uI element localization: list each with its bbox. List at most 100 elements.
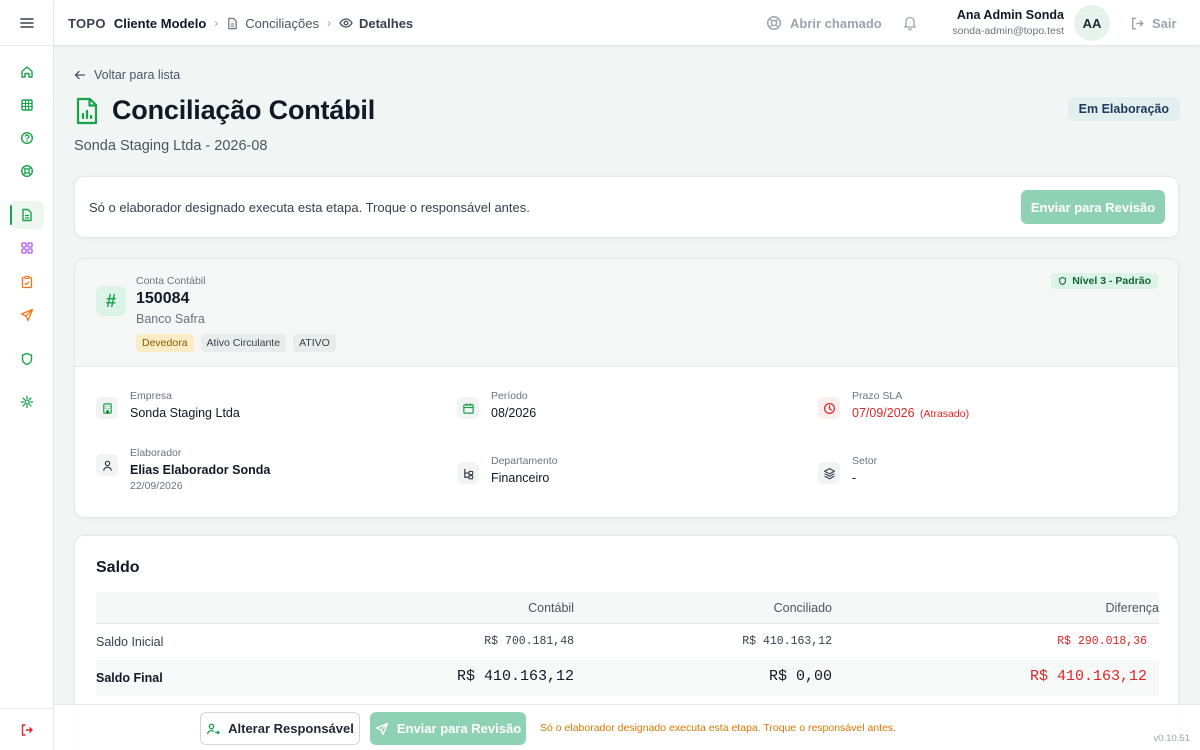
breadcrumb-current-label: Detalhes xyxy=(358,15,414,31)
bottom-action-bar: Alterar Responsável Enviar para Revisão … xyxy=(54,704,1200,750)
hierarchy-icon xyxy=(457,462,479,484)
sla-value: 07/09/2026 xyxy=(852,406,915,420)
back-to-list-link[interactable]: Voltar para lista xyxy=(74,68,180,82)
sidebar xyxy=(0,0,54,750)
info-elaborador: Elaborador Elias Elaborador Sonda 22/09/… xyxy=(96,447,270,492)
top-header: TOPO Cliente Modelo › Conciliações › Det… xyxy=(54,0,1200,46)
send-icon xyxy=(20,308,34,322)
shield-icon xyxy=(1059,276,1067,286)
send-to-review-button[interactable]: Enviar para Revisão xyxy=(1021,190,1165,224)
tag-nature: Devedora xyxy=(136,334,194,352)
building-icon xyxy=(96,397,118,419)
change-owner-button[interactable]: Alterar Responsável xyxy=(200,712,360,745)
departamento-value: Financeiro xyxy=(491,471,550,485)
clipboard-icon xyxy=(21,275,33,289)
row-label: Saldo Final xyxy=(96,671,163,685)
home-icon xyxy=(21,66,33,78)
table-row: Saldo Inicial R$ 700.181,48 R$ 410.163,1… xyxy=(96,624,1159,660)
sidebar-item-conciliacoes[interactable] xyxy=(10,201,44,229)
cell-diferenca: R$ 410.163,12 xyxy=(1029,668,1147,685)
client-name[interactable]: Cliente Modelo xyxy=(114,16,206,31)
change-owner-label: Alterar Responsável xyxy=(228,721,354,736)
send-to-review-button-bottom[interactable]: Enviar para Revisão xyxy=(370,712,526,745)
account-card: # Conta Contábil 150084 Banco Safra Deve… xyxy=(74,258,1179,518)
menu-toggle-button[interactable] xyxy=(0,0,54,46)
support-icon xyxy=(20,164,34,178)
open-ticket-label: Abrir chamado xyxy=(790,15,882,31)
sidebar-item-table[interactable] xyxy=(10,91,44,119)
sidebar-item-security[interactable] xyxy=(10,345,44,373)
app-version: v0.10.51 xyxy=(1153,733,1190,744)
account-number: 150084 xyxy=(136,290,190,307)
info-periodo: Período 08/2026 xyxy=(457,390,536,420)
periodo-value: 08/2026 xyxy=(491,406,537,420)
page-title: Conciliação Contábil xyxy=(112,95,376,125)
account-tags: Devedora Ativo Circulante ATIVO xyxy=(136,334,336,352)
sidebar-item-help[interactable] xyxy=(10,124,44,152)
sidebar-item-modules[interactable] xyxy=(10,234,44,262)
chevron-right-icon: › xyxy=(326,16,331,30)
column-diferenca: Diferença xyxy=(1105,601,1160,615)
send-to-review-label: Enviar para Revisão xyxy=(396,721,522,736)
account-summary: # Conta Contábil 150084 Banco Safra Deve… xyxy=(75,259,1178,367)
sidebar-item-home[interactable] xyxy=(10,58,44,86)
breadcrumb-conciliacoes[interactable]: Conciliações xyxy=(226,16,319,31)
sidebar-item-send[interactable] xyxy=(10,301,44,329)
periodo-label: Período xyxy=(491,390,528,402)
cell-contabil: R$ 410.163,12 xyxy=(456,668,574,685)
cell-contabil: R$ 700.181,48 xyxy=(484,635,574,648)
account-name: Banco Safra xyxy=(136,312,205,326)
avatar[interactable]: AA xyxy=(1074,5,1110,41)
status-badge: Em Elaboração xyxy=(1067,97,1180,121)
setor-label: Setor xyxy=(852,455,878,467)
sidebar-item-tasks[interactable] xyxy=(10,268,44,296)
table-icon xyxy=(21,99,33,111)
brand-label: TOPO xyxy=(68,15,106,31)
shield-icon xyxy=(21,352,33,366)
send-icon xyxy=(375,722,388,735)
departamento-label: Departamento xyxy=(491,455,558,467)
cell-conciliado: R$ 0,00 xyxy=(768,668,832,685)
column-conciliado: Conciliado xyxy=(773,601,832,615)
permission-notice-card: Só o elaborador designado executa esta e… xyxy=(74,176,1179,238)
user-name: Ana Admin Sonda xyxy=(956,8,1064,22)
layers-icon xyxy=(818,462,840,484)
open-ticket-button[interactable]: Abrir chamado xyxy=(766,0,882,46)
info-empresa: Empresa Sonda Staging Ltda xyxy=(96,390,240,420)
sidebar-item-settings[interactable] xyxy=(10,388,44,416)
calendar-icon xyxy=(457,397,479,419)
tag-group: Ativo Circulante xyxy=(200,334,287,352)
arrow-left-icon xyxy=(74,70,86,80)
breadcrumb-conciliacoes-label: Conciliações xyxy=(245,15,319,31)
empresa-label: Empresa xyxy=(130,390,173,402)
notifications-button[interactable] xyxy=(902,14,918,36)
breadcrumb: TOPO Cliente Modelo › Conciliações › Det… xyxy=(68,0,413,46)
sidebar-logout-button[interactable] xyxy=(0,708,54,750)
setor-value: - xyxy=(852,471,857,485)
page-subtitle: Sonda Staging Ltda - 2026-08 xyxy=(74,138,268,154)
info-setor: Setor - xyxy=(818,455,877,485)
cell-diferenca: R$ 290.018,36 xyxy=(1057,635,1147,648)
saldo-table-header: Contábil Conciliado Diferença xyxy=(96,592,1159,624)
column-contabil: Contábil xyxy=(528,601,574,615)
elaborador-label: Elaborador xyxy=(130,447,182,459)
document-icon xyxy=(22,208,32,222)
account-label: Conta Contábil xyxy=(136,275,206,287)
breadcrumb-current: Detalhes xyxy=(339,16,413,31)
clock-icon xyxy=(818,397,840,419)
level-badge: Nível 3 - Padrão xyxy=(1051,273,1158,289)
table-row: Saldo Final R$ 410.163,12 R$ 0,00 R$ 410… xyxy=(96,660,1159,696)
page-header: Conciliação Contábil xyxy=(74,95,375,126)
level-label: Nível 3 - Padrão xyxy=(1072,275,1151,287)
hash-icon: # xyxy=(96,286,126,316)
support-icon xyxy=(766,15,782,31)
user-icon xyxy=(96,454,118,476)
sidebar-item-support[interactable] xyxy=(10,157,44,185)
saldo-title: Saldo xyxy=(96,559,140,576)
logout-button[interactable]: Sair xyxy=(1130,0,1177,46)
eye-icon xyxy=(339,18,353,28)
tag-type: ATIVO xyxy=(293,334,336,352)
sla-overdue-badge: (Atrasado) xyxy=(920,408,970,420)
grid-icon xyxy=(21,242,33,254)
row-label: Saldo Inicial xyxy=(96,635,164,649)
